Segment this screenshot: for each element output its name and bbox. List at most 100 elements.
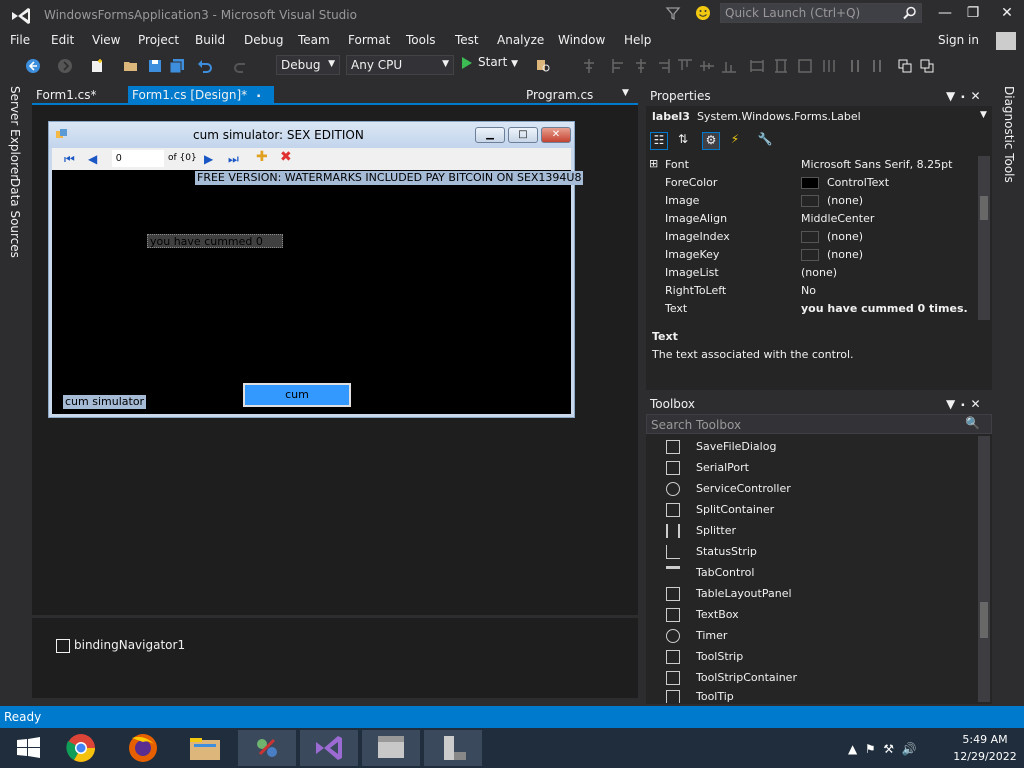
diagnostic-tools-tab[interactable]: Diagnostic Tools bbox=[1002, 86, 1016, 183]
align-bottoms-icon[interactable] bbox=[720, 57, 738, 75]
form-minimize-button[interactable]: ▁ bbox=[475, 127, 505, 143]
restore-button[interactable]: ❐ bbox=[960, 5, 986, 23]
property-row-righttoleft[interactable]: RightToLeft No bbox=[646, 282, 976, 300]
vertical-spacing-icon[interactable] bbox=[846, 57, 864, 75]
watermark-label[interactable]: FREE VERSION: WATERMARKS INCLUDED PAY BI… bbox=[195, 171, 584, 185]
menu-test[interactable]: Test bbox=[455, 33, 479, 47]
bring-to-front-icon[interactable] bbox=[896, 57, 914, 75]
quick-launch-input[interactable]: Quick Launch (Ctrl+Q) bbox=[720, 3, 922, 23]
forward-icon[interactable] bbox=[56, 57, 74, 75]
properties-view-icon[interactable]: ⚙ bbox=[702, 132, 720, 150]
property-row-imagelist[interactable]: ImageList (none) bbox=[646, 264, 976, 282]
properties-window-buttons[interactable]: ▼⬝✕ bbox=[946, 89, 987, 104]
align-centers-icon[interactable] bbox=[632, 57, 650, 75]
system-tray-icons[interactable]: ▲ ⚑ ⚒ 🔊 bbox=[848, 742, 917, 756]
property-row-forecolor[interactable]: ForeColor ControlText bbox=[646, 174, 976, 192]
start-button[interactable]: Start ▼ bbox=[462, 55, 518, 75]
property-row-image[interactable]: Image (none) bbox=[646, 192, 976, 210]
binding-navigator-component[interactable]: bindingNavigator1 bbox=[56, 638, 185, 653]
toolbox-item[interactable]: SaveFileDialog bbox=[666, 437, 776, 457]
toolbox-item[interactable]: ServiceController bbox=[666, 479, 791, 499]
menu-team[interactable]: Team bbox=[298, 33, 330, 47]
toolbox-item[interactable]: SplitContainer bbox=[666, 500, 774, 520]
align-middles-icon[interactable] bbox=[698, 57, 716, 75]
move-last-icon[interactable]: ⏭ bbox=[228, 152, 239, 167]
expand-plus-icon[interactable]: ⊞ bbox=[649, 157, 658, 170]
close-button[interactable]: ✕ bbox=[994, 5, 1020, 23]
form-designer-window[interactable]: cum simulator: SEX EDITION ▁ □ ✕ ⏮ ◀ of … bbox=[48, 121, 584, 418]
align-lefts-icon[interactable] bbox=[610, 57, 628, 75]
toolbox-item[interactable]: ToolStripContainer bbox=[666, 668, 797, 688]
toolbox-item[interactable]: ToolTip bbox=[666, 689, 734, 703]
account-avatar-icon[interactable] bbox=[996, 32, 1016, 50]
toolbox-item[interactable]: Timer bbox=[666, 626, 727, 646]
firefox-icon[interactable] bbox=[114, 730, 172, 766]
solution-configuration-dropdown[interactable]: Debug ▼ bbox=[276, 55, 340, 75]
new-project-icon[interactable] bbox=[88, 57, 106, 75]
toolbox-item[interactable]: TableLayoutPanel bbox=[666, 584, 792, 604]
network-app-icon[interactable] bbox=[238, 730, 296, 766]
form-title-bar[interactable]: cum simulator: SEX EDITION ▁ □ ✕ bbox=[49, 122, 574, 148]
horizontal-spacing-icon[interactable] bbox=[820, 57, 838, 75]
tab-overflow-chevron-icon[interactable]: ▼ bbox=[618, 86, 633, 104]
property-row-text[interactable]: Text you have cummed 0 times. bbox=[646, 300, 976, 318]
file-explorer-icon[interactable] bbox=[176, 730, 234, 766]
cum-button[interactable]: cum bbox=[243, 383, 351, 407]
tab-program-cs[interactable]: Program.cs bbox=[522, 86, 597, 104]
archive-app-icon[interactable] bbox=[362, 730, 420, 766]
toolbox-item[interactable]: Splitter bbox=[666, 521, 736, 541]
toolbox-item[interactable]: StatusStrip bbox=[666, 542, 757, 562]
center-horizontally-icon[interactable] bbox=[868, 57, 886, 75]
object-selector-dropdown[interactable]: label3 System.Windows.Forms.Label ▼ bbox=[652, 110, 987, 123]
form-close-button[interactable]: ✕ bbox=[541, 127, 571, 143]
property-row-imagekey[interactable]: ImageKey (none) bbox=[646, 246, 976, 264]
save-icon[interactable] bbox=[146, 57, 164, 75]
toolbox-item[interactable]: TextBox bbox=[666, 605, 739, 625]
feedback-smiley-icon[interactable] bbox=[694, 4, 712, 22]
save-all-icon[interactable] bbox=[168, 57, 186, 75]
send-to-back-icon[interactable] bbox=[918, 57, 936, 75]
properties-scrollbar[interactable] bbox=[978, 156, 990, 320]
align-rights-icon[interactable] bbox=[654, 57, 672, 75]
menu-view[interactable]: View bbox=[92, 33, 120, 47]
move-next-icon[interactable]: ▶ bbox=[204, 152, 213, 166]
make-same-width-icon[interactable] bbox=[748, 57, 766, 75]
taskbar-clock[interactable]: 5:49 AM 12/29/2022 bbox=[950, 731, 1020, 765]
align-icon[interactable] bbox=[580, 57, 598, 75]
make-same-height-icon[interactable] bbox=[772, 57, 790, 75]
position-input[interactable] bbox=[112, 150, 164, 167]
property-row-font[interactable]: ⊞ Font Microsoft Sans Serif, 8.25pt bbox=[646, 156, 976, 174]
visual-studio-taskbar-icon[interactable] bbox=[300, 730, 358, 766]
menu-format[interactable]: Format bbox=[348, 33, 390, 47]
toolbox-item[interactable]: TabControl bbox=[666, 563, 754, 583]
chrome-icon[interactable] bbox=[52, 730, 110, 766]
form-client-area[interactable]: ⏮ ◀ of {0} ▶ ⏭ ✚ ✖ FREE VERSION: WATERMA… bbox=[52, 148, 584, 414]
menu-build[interactable]: Build bbox=[195, 33, 225, 47]
filter-icon[interactable] bbox=[664, 4, 682, 22]
align-tops-icon[interactable] bbox=[676, 57, 694, 75]
windows-start-icon[interactable] bbox=[0, 730, 58, 766]
move-previous-icon[interactable]: ◀ bbox=[88, 152, 97, 166]
toolbox-window-buttons[interactable]: ▼⬝✕ bbox=[946, 397, 987, 412]
sign-in-link[interactable]: Sign in bbox=[938, 33, 979, 47]
toolbox-search-input[interactable]: Search Toolbox 🔍 bbox=[646, 414, 992, 434]
move-first-icon[interactable]: ⏮ bbox=[64, 152, 75, 167]
property-row-imagealign[interactable]: ImageAlign MiddleCenter bbox=[646, 210, 976, 228]
categorized-icon[interactable]: ☷ bbox=[650, 132, 668, 150]
property-row-imageindex[interactable]: ImageIndex (none) bbox=[646, 228, 976, 246]
server-explorer-tab[interactable]: Server Explorer bbox=[8, 86, 22, 179]
menu-project[interactable]: Project bbox=[138, 33, 179, 47]
open-file-icon[interactable] bbox=[122, 57, 140, 75]
size-to-grid-icon[interactable] bbox=[796, 57, 814, 75]
undo-icon[interactable] bbox=[196, 57, 214, 75]
menu-file[interactable]: File bbox=[10, 33, 30, 47]
alphabetical-icon[interactable]: ⇅ bbox=[674, 132, 692, 150]
events-lightning-icon[interactable]: ⚡ bbox=[726, 132, 744, 150]
cum-count-label[interactable]: you have cummed 0 times. bbox=[147, 234, 283, 261]
toolbox-scrollbar[interactable] bbox=[978, 436, 990, 702]
property-pages-wrench-icon[interactable]: 🔧 bbox=[756, 132, 774, 150]
form-maximize-button[interactable]: □ bbox=[508, 127, 538, 143]
menu-edit[interactable]: Edit bbox=[51, 33, 74, 47]
pin-icon[interactable]: ⬝ bbox=[257, 88, 260, 102]
redo-icon[interactable] bbox=[232, 57, 250, 75]
